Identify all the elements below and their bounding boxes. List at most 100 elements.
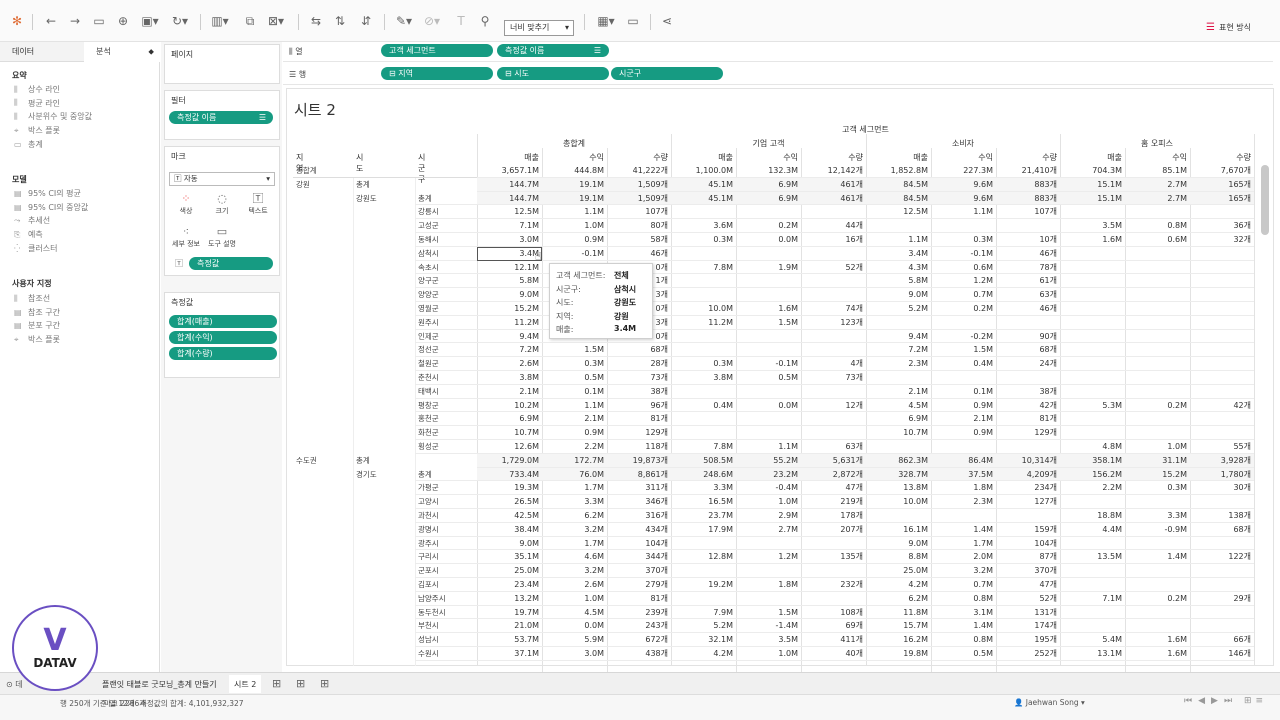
table-cell[interactable]: 344개 xyxy=(607,550,671,565)
table-cell[interactable]: 69개 xyxy=(801,619,866,634)
table-cell[interactable]: 4.3M xyxy=(866,261,931,275)
table-cell[interactable]: 38개 xyxy=(607,385,671,399)
table-cell[interactable]: 68개 xyxy=(607,343,671,358)
new-dashboard-icon[interactable]: ⊞ xyxy=(296,677,305,690)
table-cell[interactable]: 2.3M xyxy=(931,495,996,509)
table-cell[interactable]: 46개 xyxy=(607,247,671,261)
table-cell[interactable] xyxy=(1190,606,1254,620)
color-button[interactable]: ⁘ 색상 xyxy=(169,192,203,220)
table-cell[interactable]: 3.3M xyxy=(542,495,607,509)
sheet-nav-arrows[interactable]: ⏮◀▶⏭ xyxy=(1184,696,1238,706)
table-cell[interactable] xyxy=(1060,537,1125,551)
table-cell[interactable] xyxy=(931,440,996,454)
table-cell[interactable]: 461개 xyxy=(801,191,866,206)
table-cell[interactable]: 29개 xyxy=(1190,592,1254,606)
table-cell[interactable]: 248.6M xyxy=(671,467,736,482)
swap-icon[interactable]: ⇆ xyxy=(308,13,324,29)
table-cell[interactable] xyxy=(866,316,931,330)
table-cell[interactable]: 883개 xyxy=(996,191,1060,206)
table-cell[interactable] xyxy=(801,385,866,399)
table-cell[interactable]: 2.6M xyxy=(477,357,542,371)
table-cell[interactable]: 81개 xyxy=(607,592,671,606)
table-cell[interactable]: 10.7M xyxy=(866,426,931,440)
table-cell[interactable]: 19,873개 xyxy=(607,453,671,468)
table-cell[interactable]: 0.9M xyxy=(542,233,607,247)
table-cell[interactable]: 9.0M xyxy=(866,537,931,551)
table-cell[interactable] xyxy=(801,205,866,220)
table-cell[interactable]: 31.1M xyxy=(1125,453,1190,468)
table-cell[interactable]: 7.1M xyxy=(1060,592,1125,606)
table-cell[interactable]: 3.1M xyxy=(931,606,996,620)
table-cell[interactable]: 38개 xyxy=(996,385,1060,399)
table-cell[interactable]: 207개 xyxy=(801,523,866,537)
table-cell[interactable]: 5.4M xyxy=(1060,633,1125,647)
table-cell[interactable] xyxy=(671,426,736,440)
table-cell[interactable] xyxy=(931,316,996,330)
table-cell[interactable]: 9.4M xyxy=(477,330,542,344)
table-cell[interactable]: 4.5M xyxy=(866,399,931,413)
table-cell[interactable] xyxy=(1125,274,1190,289)
table-cell[interactable]: 37.1M xyxy=(477,647,542,661)
table-cell[interactable] xyxy=(996,219,1060,233)
table-cell[interactable]: 0.5M xyxy=(542,371,607,385)
table-cell[interactable]: 15.1M xyxy=(1060,191,1125,206)
table-cell[interactable]: 25.0M xyxy=(866,564,931,578)
table-cell[interactable] xyxy=(1125,578,1190,592)
table-cell[interactable] xyxy=(1125,495,1190,509)
table-cell[interactable]: 12.8M xyxy=(671,550,736,565)
table-cell[interactable] xyxy=(671,592,736,606)
table-cell[interactable]: 52개 xyxy=(996,592,1060,606)
analytics-item-model-1[interactable]: ▤ 95% CI의 중앙값 xyxy=(14,202,88,213)
vertical-scrollbar[interactable] xyxy=(1261,165,1269,235)
table-cell[interactable]: 5.2M xyxy=(866,302,931,316)
table-cell[interactable]: 13.2M xyxy=(477,592,542,606)
table-cell[interactable]: 1.5M xyxy=(736,316,801,330)
table-cell[interactable] xyxy=(801,330,866,344)
filters-card[interactable]: 필터 측정값 이름 ☰ xyxy=(164,90,280,140)
table-cell[interactable] xyxy=(1190,274,1254,289)
grand-total-cell[interactable]: 1,100.0M xyxy=(671,164,736,178)
table-cell[interactable]: 11.8M xyxy=(866,606,931,620)
group-icon[interactable]: ⊘▾ xyxy=(422,13,442,29)
table-cell[interactable]: 1,509개 xyxy=(607,177,671,192)
table-cell[interactable]: 19.1M xyxy=(542,177,607,192)
table-cell[interactable]: 78개 xyxy=(996,261,1060,275)
table-cell[interactable]: 1.1M xyxy=(931,205,996,220)
table-cell[interactable] xyxy=(736,412,801,427)
table-cell[interactable]: 30개 xyxy=(1190,481,1254,496)
rows-pill-city[interactable]: 시군구 xyxy=(611,67,723,80)
table-cell[interactable]: 23.4M xyxy=(477,578,542,592)
table-cell[interactable]: 0.6M xyxy=(931,261,996,275)
table-cell[interactable]: 68개 xyxy=(996,343,1060,358)
duplicate-icon[interactable]: ⧉ xyxy=(242,13,258,29)
table-cell[interactable]: 19.3M xyxy=(477,481,542,496)
table-cell[interactable]: 0.5M xyxy=(736,371,801,385)
table-cell[interactable]: 0.4M xyxy=(671,399,736,413)
table-cell[interactable] xyxy=(736,343,801,358)
table-cell[interactable]: 4.6M xyxy=(542,550,607,565)
table-cell[interactable] xyxy=(1190,357,1254,371)
presentation-icon[interactable]: ▭ xyxy=(626,13,640,29)
table-cell[interactable]: 508.5M xyxy=(671,453,736,468)
table-cell[interactable]: 2.1M xyxy=(542,412,607,427)
table-cell[interactable]: 370개 xyxy=(607,564,671,578)
show-me-button[interactable]: ☰ 표현 방식 xyxy=(1206,22,1251,33)
table-cell[interactable] xyxy=(671,564,736,578)
table-cell[interactable] xyxy=(866,219,931,233)
table-cell[interactable]: 358.1M xyxy=(1060,453,1125,468)
table-cell[interactable]: 10.0M xyxy=(671,302,736,316)
table-cell[interactable]: 4.2M xyxy=(866,578,931,592)
rows-pill-province[interactable]: ⊟ 시도 xyxy=(497,67,609,80)
table-cell[interactable]: 6.9M xyxy=(736,177,801,192)
table-cell[interactable] xyxy=(1190,288,1254,302)
table-cell[interactable]: 144.7M xyxy=(477,177,542,192)
show-cards-icon[interactable]: ▦▾ xyxy=(594,13,618,29)
table-cell[interactable] xyxy=(996,371,1060,385)
mark-type-dropdown[interactable]: 🅃 자동 ▾ xyxy=(169,172,275,186)
table-cell[interactable]: 55.2M xyxy=(736,453,801,468)
table-cell[interactable] xyxy=(736,564,801,578)
grand-total-cell[interactable]: 85.1M xyxy=(1125,164,1190,178)
table-cell[interactable]: 0.8M xyxy=(1125,219,1190,233)
table-cell[interactable]: 0.9M xyxy=(931,426,996,440)
table-cell[interactable]: 1.7M xyxy=(931,537,996,551)
